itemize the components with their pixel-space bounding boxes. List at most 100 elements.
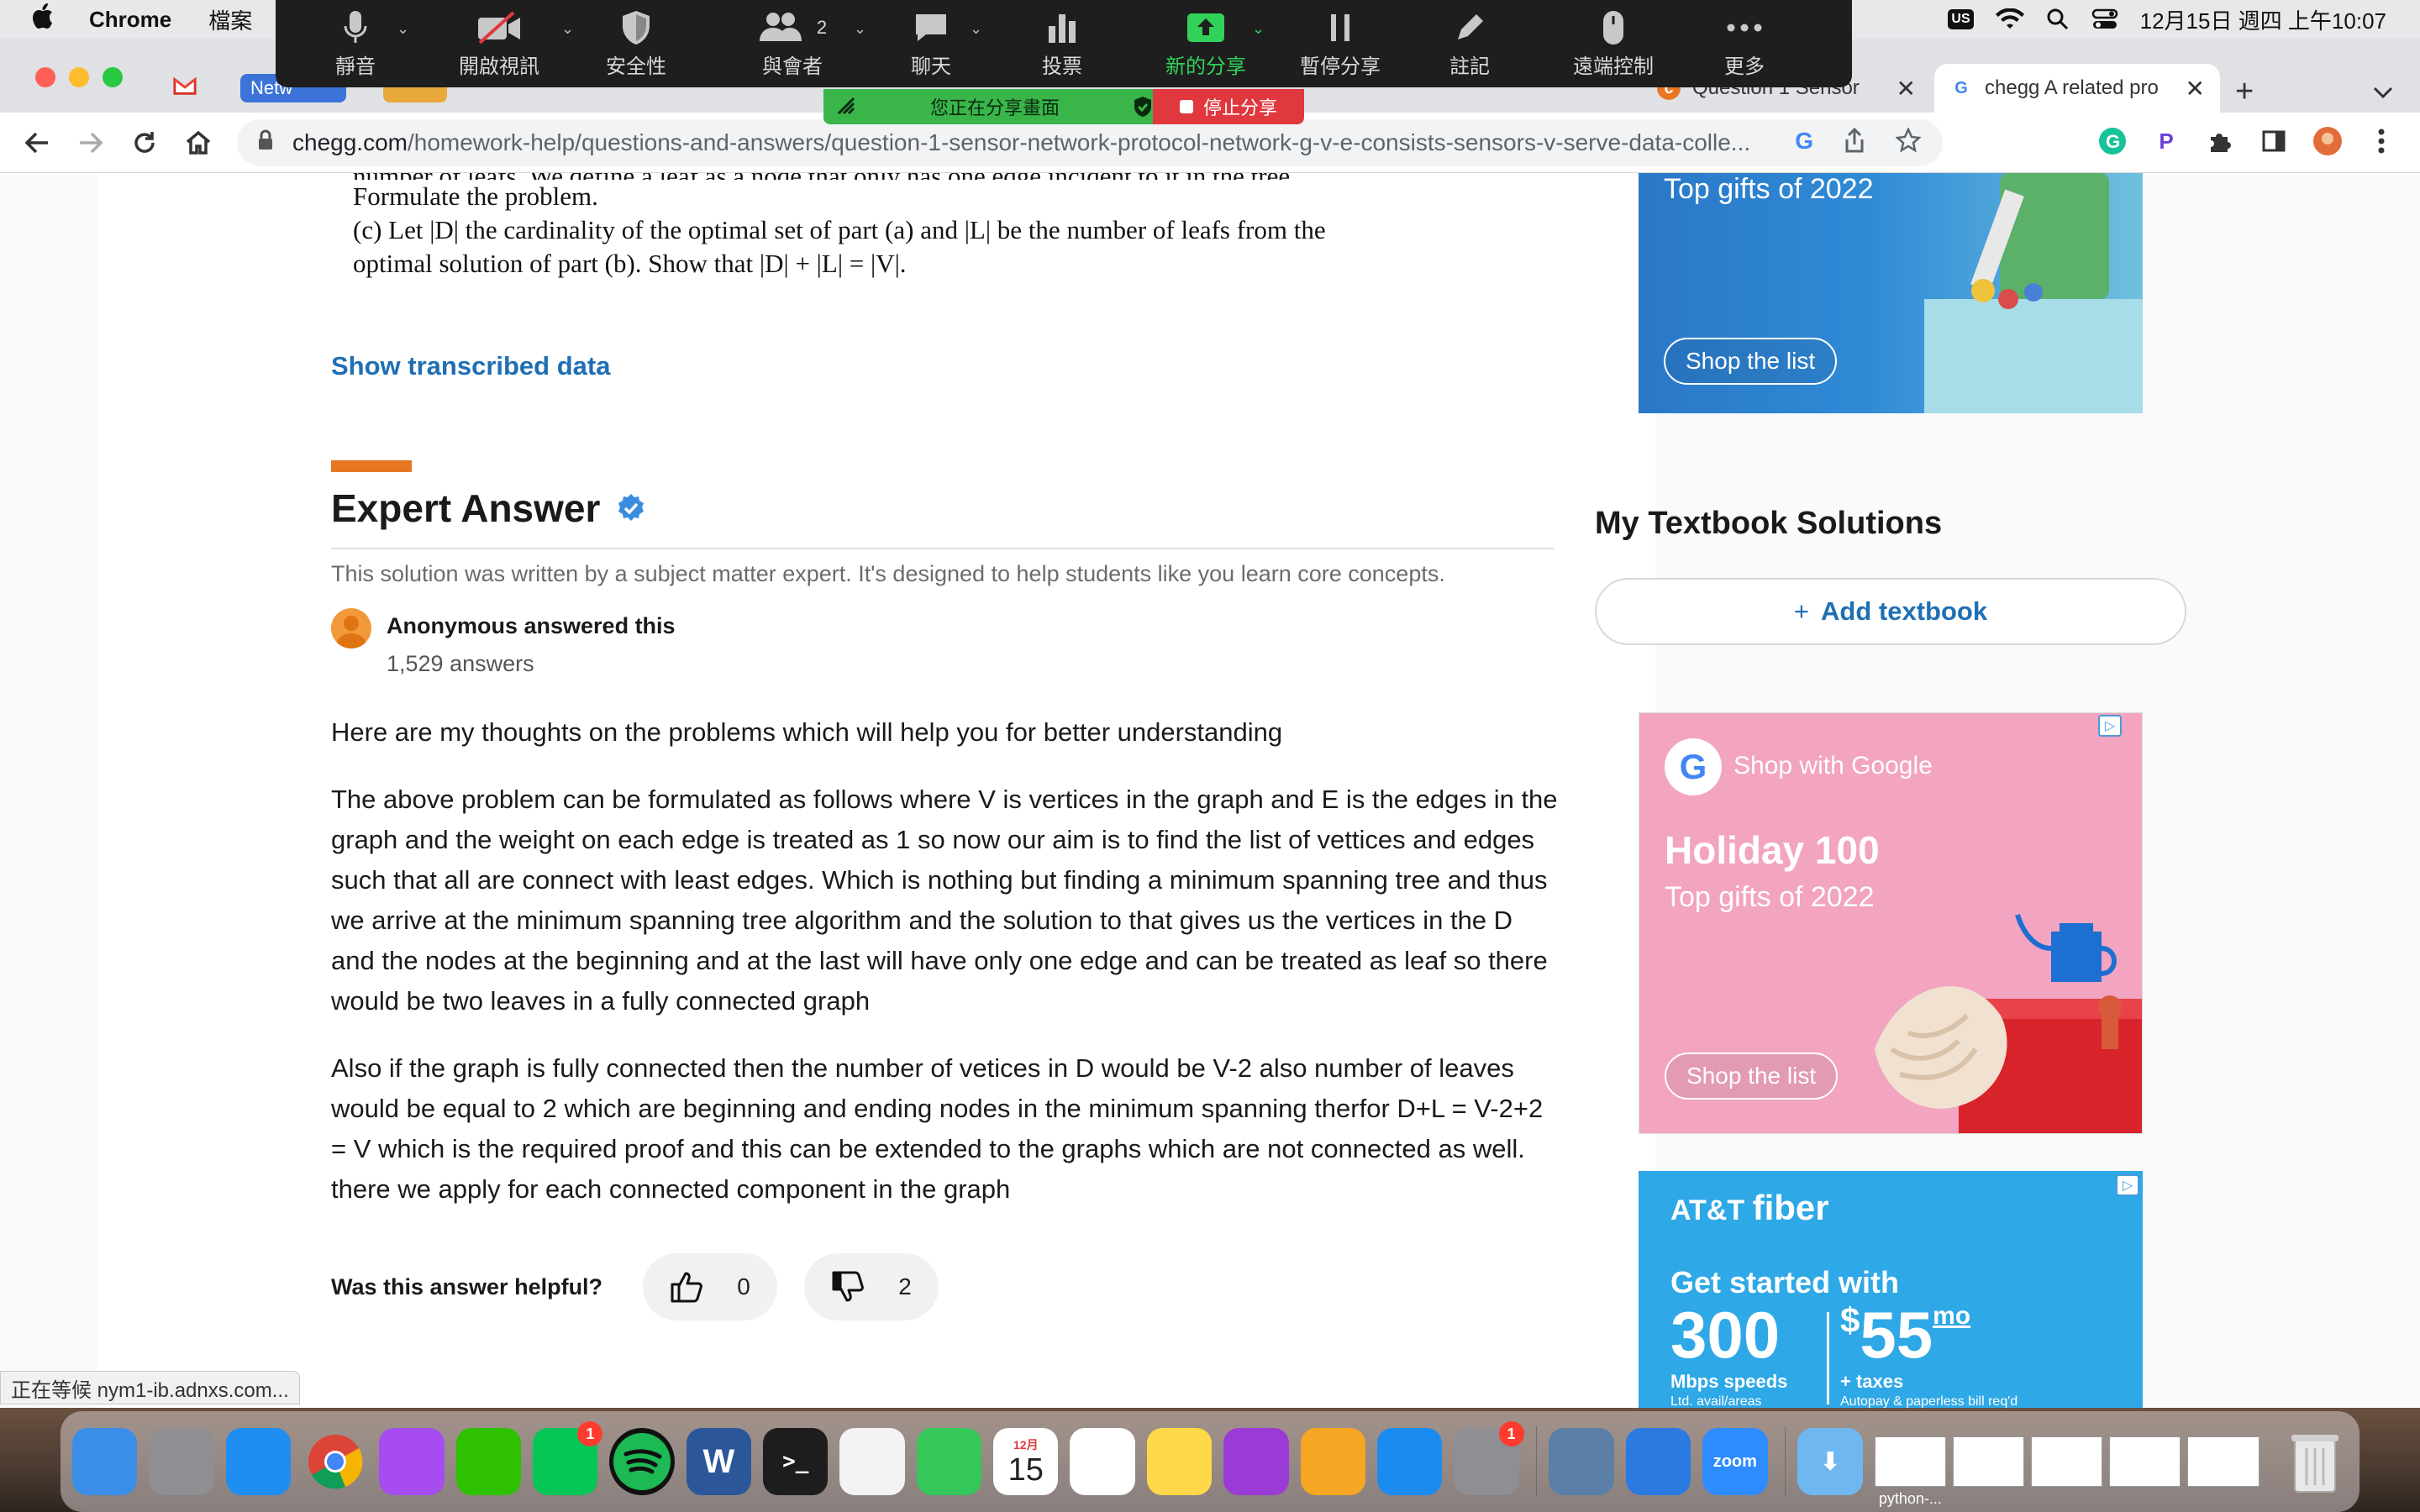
more-button[interactable]: 更多 bbox=[1711, 0, 1778, 84]
ad-choices-icon[interactable]: ▷ bbox=[2098, 715, 2122, 737]
notes-dock-icon[interactable] bbox=[1146, 1428, 1213, 1495]
remote-control-button[interactable]: 遠端控制 bbox=[1563, 0, 1664, 84]
system-preferences-dock-icon[interactable]: 1 bbox=[1454, 1421, 1524, 1495]
gmail-tab-icon[interactable] bbox=[173, 74, 197, 97]
extension-p-icon[interactable]: P bbox=[2151, 126, 2181, 156]
participant-count: 2 bbox=[816, 17, 828, 38]
tab-search-chevron-icon[interactable] bbox=[2373, 79, 2393, 105]
advertisement-middle[interactable]: G Shop with Google ▷ Holiday 100 Top gif… bbox=[1639, 712, 2143, 1134]
preview-dock-icon[interactable] bbox=[1549, 1428, 1614, 1495]
spotlight-search-icon[interactable] bbox=[2046, 8, 2070, 31]
downloads-folder-icon[interactable]: ⬇ bbox=[1797, 1428, 1863, 1495]
thumbs-down-button[interactable]: 2 bbox=[804, 1253, 939, 1320]
calendar-dock-icon[interactable]: 12月 15 bbox=[993, 1428, 1059, 1495]
chat-button[interactable]: 聊天 ⌄ bbox=[889, 0, 982, 84]
show-transcribed-data-link[interactable]: Show transcribed data bbox=[331, 351, 610, 381]
minimized-window-thumbnail[interactable]: python-... bbox=[1874, 1436, 1946, 1507]
side-panel-icon[interactable] bbox=[2259, 126, 2289, 156]
keynote-dock-icon[interactable] bbox=[1625, 1428, 1691, 1495]
polling-button[interactable]: 投票 bbox=[1020, 0, 1104, 84]
app-store-dock-icon[interactable] bbox=[1376, 1428, 1443, 1495]
wifi-icon[interactable] bbox=[1995, 8, 2024, 30]
add-textbook-button[interactable]: + Add textbook bbox=[1595, 578, 2186, 645]
reload-button[interactable] bbox=[126, 124, 163, 161]
status-bubble: 正在等候 nym1-ib.adnxs.com... bbox=[0, 1371, 300, 1404]
start-video-button[interactable]: 開啟視訊 ⌄ bbox=[447, 0, 574, 84]
close-window-button[interactable] bbox=[35, 67, 55, 87]
pages-dock-icon[interactable] bbox=[1300, 1428, 1365, 1495]
input-source-badge[interactable]: US bbox=[1948, 9, 1974, 29]
thumbs-up-button[interactable]: 0 bbox=[643, 1253, 778, 1320]
apple-menu-icon[interactable] bbox=[32, 3, 66, 35]
minimized-window-thumbnail[interactable] bbox=[1952, 1436, 2025, 1487]
safari-dock-icon[interactable] bbox=[225, 1428, 292, 1495]
launchpad-dock-icon[interactable] bbox=[149, 1428, 214, 1495]
question-line-cut: number of leafs. We define a leaf as a n… bbox=[353, 173, 1546, 180]
control-center-icon[interactable] bbox=[2091, 8, 2118, 30]
google-logo-icon: G bbox=[1665, 738, 1722, 795]
annotate-button[interactable]: 註記 bbox=[1432, 0, 1507, 84]
facetime-dock-icon[interactable] bbox=[916, 1428, 982, 1495]
new-share-button[interactable]: 新的分享 ⌄ bbox=[1151, 0, 1265, 84]
minimized-window-thumbnail[interactable] bbox=[2109, 1436, 2181, 1487]
drag-handle-icon[interactable] bbox=[837, 97, 857, 117]
menubar-clock[interactable]: 12月15日 週四 上午10:07 bbox=[2140, 4, 2386, 35]
chrome-menu-icon[interactable] bbox=[2366, 126, 2396, 156]
extensions-puzzle-icon[interactable] bbox=[2205, 126, 2235, 156]
omnibox-actions: G bbox=[1795, 126, 1922, 159]
google-lens-icon[interactable]: G bbox=[1795, 128, 1813, 159]
minimized-window-thumbnail[interactable] bbox=[2031, 1436, 2103, 1487]
photos-dock-icon[interactable] bbox=[839, 1428, 905, 1495]
close-tab-icon[interactable]: ✕ bbox=[2186, 75, 2205, 102]
active-app-menu[interactable]: Chrome bbox=[89, 7, 171, 33]
profile-avatar[interactable] bbox=[2312, 126, 2343, 156]
stop-share-button[interactable]: 停止分享 bbox=[1153, 89, 1304, 124]
shop-the-list-button[interactable]: Shop the list bbox=[1665, 1053, 1839, 1100]
tab-chegg-search[interactable]: G chegg A related pro ✕ bbox=[1934, 64, 2220, 113]
reminders-dock-icon[interactable] bbox=[1070, 1428, 1135, 1495]
word-dock-icon[interactable]: W bbox=[686, 1428, 752, 1495]
add-textbook-label: Add textbook bbox=[1821, 596, 1988, 626]
ad-choices-icon[interactable]: ▷ bbox=[2116, 1174, 2139, 1196]
advertisement-top[interactable]: Top gifts of 2022 Shop the list bbox=[1639, 173, 2143, 413]
more-icon bbox=[1726, 6, 1763, 50]
messenger-dock-icon[interactable] bbox=[379, 1428, 445, 1495]
finder-dock-icon[interactable] bbox=[72, 1428, 138, 1495]
wechat-dock-icon[interactable] bbox=[455, 1428, 522, 1495]
line-dock-icon[interactable]: 1 bbox=[533, 1421, 603, 1495]
minimized-window-thumbnail[interactable] bbox=[2187, 1436, 2260, 1487]
shop-the-list-button[interactable]: Shop the list bbox=[1664, 338, 1838, 385]
spotify-dock-icon[interactable] bbox=[609, 1428, 675, 1495]
minimize-window-button[interactable] bbox=[69, 67, 89, 87]
grammarly-extension-icon[interactable]: G bbox=[2097, 126, 2128, 156]
mute-button[interactable]: 靜音 ⌄ bbox=[309, 0, 409, 84]
chevron-down-icon[interactable]: ⌄ bbox=[970, 20, 982, 38]
trash-icon[interactable] bbox=[2283, 1428, 2348, 1495]
maximize-window-button[interactable] bbox=[103, 67, 123, 87]
close-tab-icon[interactable]: ✕ bbox=[1897, 75, 1916, 102]
chevron-down-icon[interactable]: ⌄ bbox=[397, 20, 409, 38]
sharing-indicator[interactable]: 您正在分享畫面 bbox=[823, 89, 1153, 124]
chrome-dock-icon[interactable] bbox=[302, 1428, 367, 1495]
participants-button[interactable]: 2 與會者 ⌄ bbox=[746, 0, 866, 84]
security-button[interactable]: 安全性 bbox=[590, 0, 682, 84]
chevron-down-icon[interactable]: ⌄ bbox=[1252, 20, 1265, 38]
address-bar[interactable]: chegg.com/homework-help/questions-and-an… bbox=[237, 119, 1943, 166]
file-menu[interactable]: 檔案 bbox=[208, 4, 252, 35]
chevron-down-icon[interactable]: ⌄ bbox=[854, 20, 866, 38]
bookmark-star-icon[interactable] bbox=[1895, 126, 1922, 159]
fiber-brand: fiber bbox=[1752, 1188, 1829, 1227]
poll-icon bbox=[1045, 6, 1079, 50]
share-icon[interactable] bbox=[1844, 127, 1865, 159]
forward-button[interactable] bbox=[72, 124, 109, 161]
lock-icon[interactable] bbox=[257, 129, 279, 157]
podcasts-dock-icon[interactable] bbox=[1223, 1428, 1289, 1495]
terminal-dock-icon[interactable]: >_ bbox=[763, 1428, 829, 1495]
pause-share-button[interactable]: 暫停分享 bbox=[1294, 0, 1386, 84]
advertisement-bottom[interactable]: AT&T fiber ▷ Get started with 300 Mbps s… bbox=[1639, 1171, 2143, 1408]
chevron-down-icon[interactable]: ⌄ bbox=[561, 20, 574, 38]
home-button[interactable] bbox=[180, 124, 217, 161]
back-button[interactable] bbox=[18, 124, 55, 161]
zoom-dock-icon[interactable]: zoom bbox=[1702, 1428, 1768, 1495]
new-tab-button[interactable]: + bbox=[2235, 74, 2254, 110]
